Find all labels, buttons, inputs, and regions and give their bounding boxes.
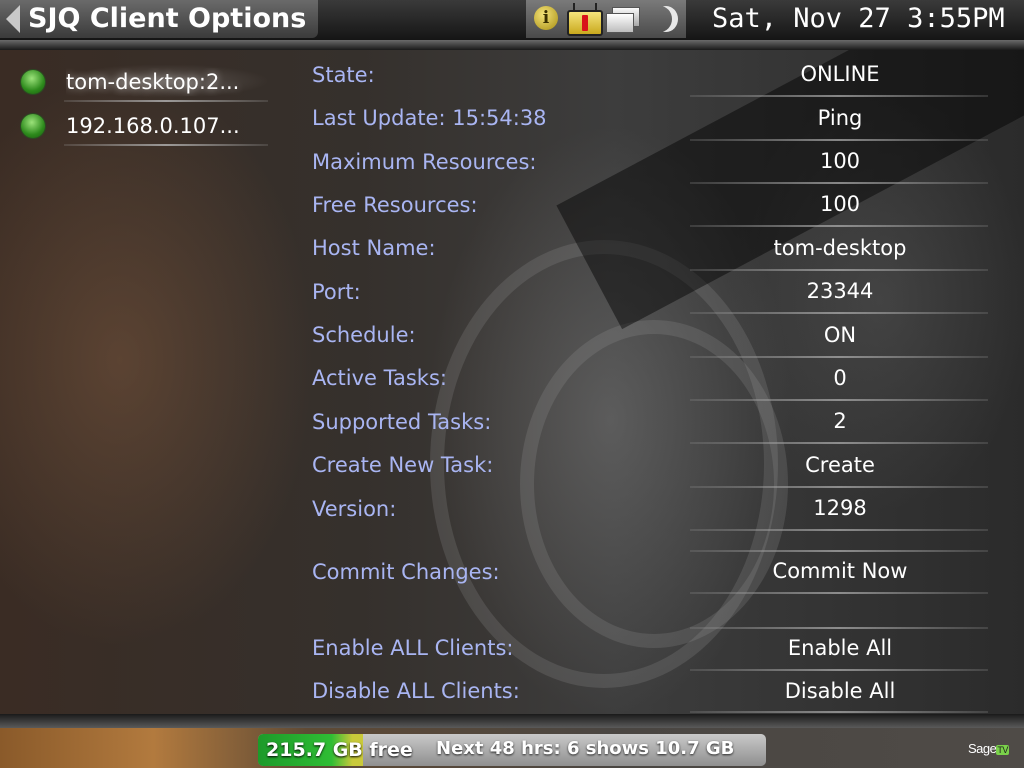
moon-icon[interactable] bbox=[648, 6, 672, 32]
client-list: tom-desktop:2... 192.168.0.107... bbox=[0, 58, 270, 146]
supported-tasks-label: Supported Tasks: bbox=[312, 410, 492, 434]
back-arrow-icon[interactable] bbox=[6, 5, 20, 33]
divider bbox=[690, 486, 988, 488]
divider bbox=[690, 669, 988, 671]
online-status-icon bbox=[21, 70, 45, 94]
commit-changes-label: Commit Changes: bbox=[312, 560, 500, 584]
client-name: tom-desktop:2... bbox=[66, 70, 240, 94]
tv-alert-icon[interactable] bbox=[567, 10, 603, 36]
host-name-value[interactable]: tom-desktop bbox=[690, 234, 990, 262]
divider bbox=[690, 627, 988, 629]
supported-tasks-value[interactable]: 2 bbox=[690, 407, 990, 435]
state-value[interactable]: ONLINE bbox=[690, 60, 990, 88]
free-resources-value[interactable]: 100 bbox=[690, 190, 990, 218]
state-label: State: bbox=[312, 63, 375, 87]
client-name: 192.168.0.107... bbox=[66, 114, 240, 138]
online-status-icon bbox=[21, 114, 45, 138]
bottom-divider bbox=[0, 714, 1024, 728]
client-item[interactable]: 192.168.0.107... bbox=[0, 102, 270, 146]
create-task-label: Create New Task: bbox=[312, 453, 494, 477]
max-resources-value[interactable]: 100 bbox=[690, 147, 990, 175]
divider bbox=[690, 95, 988, 97]
ping-button[interactable]: Ping bbox=[690, 104, 990, 132]
schedule-label: Schedule: bbox=[312, 323, 416, 347]
upcoming-shows-text: Next 48 hrs: 6 shows 10.7 GB bbox=[436, 738, 735, 759]
max-resources-label: Maximum Resources: bbox=[312, 150, 537, 174]
divider bbox=[690, 550, 988, 552]
port-label: Port: bbox=[312, 280, 361, 304]
page-title: SJQ Client Options bbox=[28, 3, 307, 34]
version-label: Version: bbox=[312, 497, 397, 521]
divider bbox=[690, 312, 988, 314]
info-icon[interactable]: i bbox=[534, 6, 558, 30]
windows-icon-front[interactable] bbox=[606, 13, 634, 33]
create-task-button[interactable]: Create bbox=[690, 451, 990, 479]
active-tasks-value[interactable]: 0 bbox=[690, 364, 990, 392]
divider bbox=[690, 399, 988, 401]
divider bbox=[690, 356, 988, 358]
divider bbox=[690, 225, 988, 227]
disk-free-text: 215.7 GB free bbox=[266, 739, 413, 761]
divider bbox=[64, 144, 268, 146]
free-resources-label: Free Resources: bbox=[312, 193, 478, 217]
host-name-label: Host Name: bbox=[312, 236, 436, 260]
disk-status-box: 215.7 GB free Next 48 hrs: 6 shows 10.7 … bbox=[258, 734, 766, 766]
active-tasks-label: Active Tasks: bbox=[312, 366, 447, 390]
commit-now-button[interactable]: Commit Now bbox=[690, 557, 990, 585]
brand-suffix: TV bbox=[996, 745, 1009, 755]
sagetv-logo: SageTV bbox=[968, 741, 1009, 758]
version-value: 1298 bbox=[813, 496, 867, 520]
disable-all-button[interactable]: Disable All bbox=[690, 677, 990, 705]
divider bbox=[690, 529, 988, 531]
divider bbox=[690, 592, 988, 594]
clock: Sat, Nov 27 3:55PM bbox=[712, 3, 1005, 34]
divider bbox=[690, 269, 988, 271]
divider bbox=[690, 182, 988, 184]
port-value[interactable]: 23344 bbox=[690, 277, 990, 305]
title-area: SJQ Client Options bbox=[0, 0, 318, 38]
disable-all-label: Disable ALL Clients: bbox=[312, 679, 520, 703]
enable-all-button[interactable]: Enable All bbox=[690, 634, 990, 662]
divider bbox=[690, 711, 988, 713]
divider bbox=[690, 139, 988, 141]
enable-all-label: Enable ALL Clients: bbox=[312, 636, 514, 660]
divider bbox=[690, 442, 988, 444]
schedule-value[interactable]: ON bbox=[690, 321, 990, 349]
top-divider bbox=[0, 40, 1024, 50]
brand-name: Sage bbox=[968, 741, 997, 756]
alert-mark bbox=[582, 15, 588, 31]
client-item[interactable]: tom-desktop:2... bbox=[0, 58, 270, 102]
last-update-label: Last Update: 15:54:38 bbox=[312, 106, 547, 130]
